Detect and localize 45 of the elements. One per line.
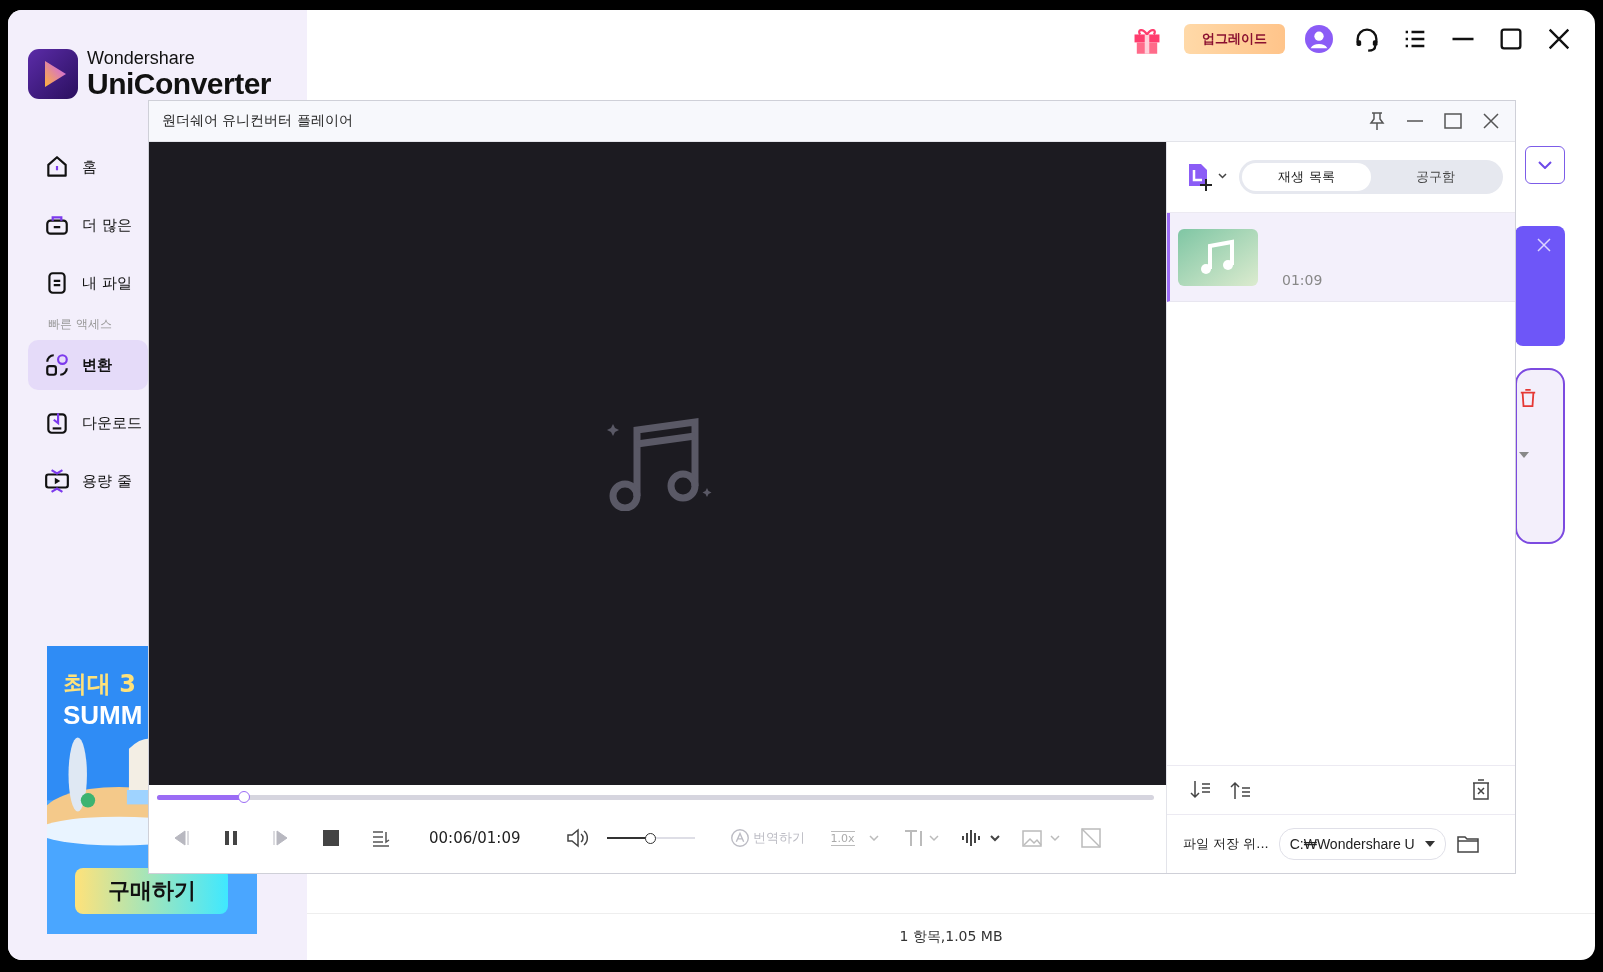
close-icon[interactable] [1481,111,1501,131]
progress-bar[interactable] [157,791,1154,804]
tab[interactable]: 공구함 [1371,163,1500,191]
tab[interactable]: 재생 목록 [1242,163,1371,191]
caret-icon [1424,841,1435,847]
buy-button[interactable]: 구매하기 [75,868,228,914]
convert-icon [44,352,70,378]
duration: 01:09 [1282,272,1323,288]
sidebar-item[interactable]: 용량 줄 [28,456,148,506]
compress-icon [44,468,70,494]
playlist-icon[interactable] [371,828,391,849]
sidebar-item[interactable]: 홈 [28,142,148,192]
section-label: 빠른 액세스 [47,316,113,332]
avatar-icon[interactable] [1305,25,1333,53]
volume-icon[interactable] [564,828,591,849]
volume-handle[interactable] [644,832,656,844]
save-location-label: 파일 저장 위... [1183,835,1269,853]
window-title: 원더쉐어 유니컨버터 플레이어 [162,112,353,130]
sidebar-item[interactable]: 더 많은 [28,200,148,250]
dropdown-button[interactable] [1525,146,1565,184]
pin-icon[interactable] [1367,111,1387,131]
translate-icon [728,827,751,850]
sidebar-item[interactable]: 내 파일 [28,258,148,308]
audio-thumbnail-icon [1178,228,1258,286]
time-display: 00:06/01:09 [429,829,521,848]
sidebar-item[interactable]: 다운로드 [28,398,148,448]
sidebar-item[interactable]: 변환 [28,340,148,390]
download-icon [44,410,70,436]
app-logo-icon [28,49,78,99]
volume-slider[interactable] [606,832,695,844]
promo-headline: 최대 3 [63,669,138,700]
brand-name: UniConverter [87,68,272,100]
audio-track-icon[interactable] [960,828,1001,849]
upgrade-button[interactable]: 업그레이드 [1184,24,1285,54]
promo-subtitle: SUMM [63,700,143,731]
brand-maker: Wondershare [87,48,196,68]
stop-icon[interactable] [321,828,341,849]
save-path-dropdown[interactable]: C:₩Wondershare U [1278,828,1446,860]
chevron-icon [1538,161,1552,169]
caret-icon [868,835,879,842]
progress-handle[interactable] [237,791,250,804]
house-icon [44,154,70,180]
status-text: 1 항목,1.05 MB [899,928,1003,946]
trash-icon[interactable] [1519,388,1537,408]
caret-icon[interactable] [1519,452,1529,458]
